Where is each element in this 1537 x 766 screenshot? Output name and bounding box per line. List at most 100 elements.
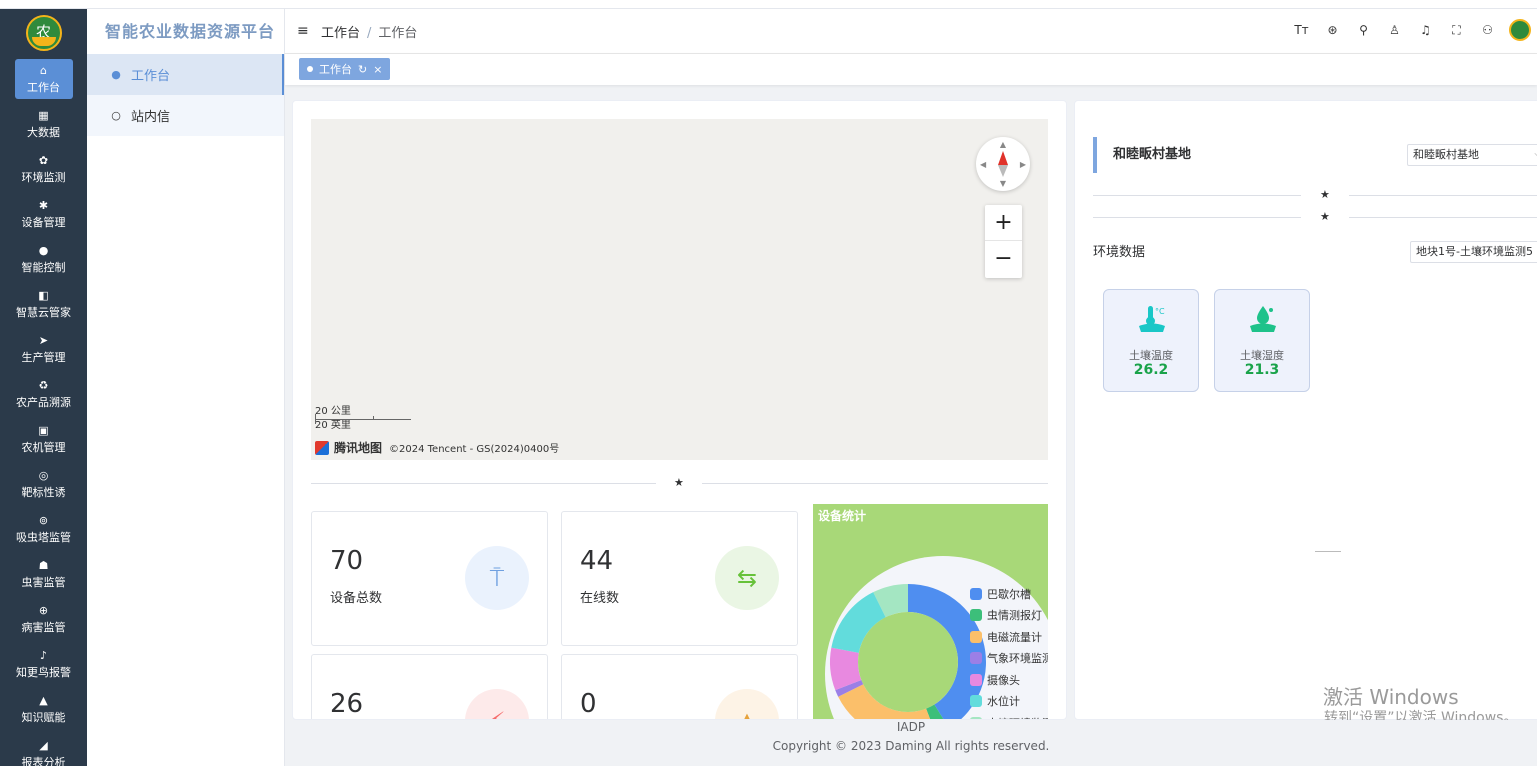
arrow-down-icon[interactable]: ▼ xyxy=(1000,179,1006,188)
sidebar-item-9[interactable]: ◎ 靶标性诱 xyxy=(0,462,87,507)
stat-card-alarm: 0 ▲ xyxy=(561,654,798,719)
legend-label: 摄像头 xyxy=(987,673,1020,687)
font-size-icon[interactable]: Tт xyxy=(1286,23,1317,38)
graduation-icon: ▲ xyxy=(39,694,48,707)
spider-icon: ☗ xyxy=(38,559,49,572)
submenu-item-workbench[interactable]: ● 工作台 xyxy=(87,54,284,95)
breadcrumb-item[interactable]: 工作台 xyxy=(321,26,360,41)
environment-data-label: 环境数据 xyxy=(1093,245,1146,260)
sidebar-item-1[interactable]: ▦ 大数据 xyxy=(0,102,87,147)
sensor-select[interactable]: 地块1号-土壤环境监测5 xyxy=(1410,241,1537,263)
submenu-item-label: 工作台 xyxy=(131,69,171,84)
hamburger-icon[interactable]: ≡ xyxy=(297,23,309,39)
scale-km: 20 公里 xyxy=(315,406,351,417)
theme-shirt-icon[interactable]: ♙ xyxy=(1379,23,1410,38)
stat-value: 44 xyxy=(580,546,614,576)
legend-item[interactable]: 摄像头 xyxy=(970,669,1048,691)
stat-label: 在线数 xyxy=(580,591,620,606)
sidebar-item-label: 病害监管 xyxy=(21,621,66,634)
sidebar-item-15[interactable]: ◢ 报表分析 xyxy=(0,732,87,766)
navbar-tools: Tт ⊛ ⚲ ♙ ♫ ⛶ ⚇ xyxy=(1286,19,1531,41)
chart-legend: 巴歇尔槽虫情测报灯电磁流量计气象环境监测摄像头水位计土壤环境监测 xyxy=(970,583,1048,719)
soil-temperature-card: °C 土壤温度 26.2 xyxy=(1103,289,1199,392)
sensor-select-value: 地块1号-土壤环境监测5 xyxy=(1416,245,1533,258)
footer-brand: IADP xyxy=(896,720,926,734)
github-icon[interactable]: ⊛ xyxy=(1317,23,1348,38)
home-icon: ⌂ xyxy=(40,63,47,77)
sidebar-item-label: 知识赋能 xyxy=(21,711,66,724)
plane-icon: ➤ xyxy=(38,334,49,347)
user-icon[interactable]: ⚇ xyxy=(1472,23,1503,38)
zoom-out-button[interactable]: − xyxy=(985,241,1022,277)
tag-label: 工作台 xyxy=(319,63,352,76)
sidebar-item-label: 生产管理 xyxy=(21,351,66,364)
legend-item[interactable]: 虫情测报灯 xyxy=(970,605,1048,627)
lamp-icon: ⍑ xyxy=(465,546,529,610)
sidebar-item-12[interactable]: ⊕ 病害监管 xyxy=(0,597,87,642)
zoom-in-button[interactable]: + xyxy=(985,205,1022,241)
breadcrumb: 工作台 / 工作台 xyxy=(321,22,417,41)
sidebar-item-10[interactable]: ⊚ 吸虫塔监管 xyxy=(0,507,87,552)
zoom-control: + − xyxy=(985,205,1022,278)
soil-temperature-icon: °C xyxy=(1139,306,1165,332)
tags-view: 工作台 ↻ × xyxy=(285,54,1537,85)
sidebar-item-label: 农机管理 xyxy=(21,441,66,454)
scale-bar xyxy=(315,414,411,424)
sidebar-item-8[interactable]: ▣ 农机管理 xyxy=(0,417,87,462)
legend-item[interactable]: 水位计 xyxy=(970,691,1048,713)
base-title: 和睦畈村基地 xyxy=(1093,137,1191,173)
sidebar-item-0[interactable]: ⌂ 工作台 xyxy=(14,59,73,99)
arrow-up-icon[interactable]: ▲ xyxy=(1000,140,1006,149)
sidebar-item-14[interactable]: ▲ 知识赋能 xyxy=(0,687,87,732)
legend-label: 电磁流量计 xyxy=(987,630,1042,644)
search-icon[interactable]: ⚲ xyxy=(1348,23,1379,38)
map-copyright: ©2024 Tencent - GS(2024)0400号 xyxy=(389,444,560,455)
close-icon[interactable]: × xyxy=(373,63,382,76)
star-icon: ★ xyxy=(1301,189,1349,201)
sidebar-item-4[interactable]: ● 智能控制 xyxy=(0,237,87,282)
empty-placeholder xyxy=(1315,551,1341,552)
arrow-right-icon[interactable]: ▶ xyxy=(1020,160,1026,169)
bell-icon[interactable]: ♫ xyxy=(1410,23,1441,38)
sidebar-item-11[interactable]: ☗ 虫害监管 xyxy=(0,552,87,597)
sidebar-item-2[interactable]: ✿ 环境监测 xyxy=(0,147,87,192)
sidebar-item-label: 靶标性诱 xyxy=(21,486,66,499)
tag-workbench[interactable]: 工作台 ↻ × xyxy=(299,58,391,80)
avatar[interactable] xyxy=(1509,19,1531,41)
tower-icon: ⊚ xyxy=(38,514,49,527)
leaf-icon: ✿ xyxy=(38,154,49,167)
bell-outline-icon: ○ xyxy=(111,109,121,122)
refresh-icon[interactable]: ↻ xyxy=(358,63,367,76)
compass-control[interactable]: ▲ ▼ ◀ ▶ xyxy=(976,137,1030,191)
recycle-icon: ♻ xyxy=(38,379,49,392)
legend-swatch xyxy=(970,630,982,643)
base-select[interactable]: 和睦畈村基地 ⌵ xyxy=(1407,144,1537,166)
platform-title: 智能农业数据资源平台 xyxy=(105,22,276,41)
legend-label: 巴歇尔槽 xyxy=(987,587,1031,601)
divider xyxy=(1093,217,1301,218)
compass-needle-icon xyxy=(998,151,1008,177)
legend-label: 虫情测报灯 xyxy=(987,609,1042,623)
sidebar-item-13[interactable]: ♪ 知更鸟报警 xyxy=(0,642,87,687)
active-dot-icon xyxy=(307,66,313,72)
legend-label: 水位计 xyxy=(987,695,1020,709)
map-icon: ◧ xyxy=(38,289,49,302)
sidebar-item-5[interactable]: ◧ 智慧云管家 xyxy=(0,282,87,327)
sidebar-item-7[interactable]: ♻ 农产品溯源 xyxy=(0,372,87,417)
sensor-label: 土壤湿度 xyxy=(1240,349,1284,362)
sidebar-item-3[interactable]: ✱ 设备管理 xyxy=(0,192,87,237)
arrow-left-icon[interactable]: ◀ xyxy=(980,160,986,169)
legend-item[interactable]: 电磁流量计 xyxy=(970,626,1048,648)
bell-icon: ● xyxy=(111,68,121,81)
breadcrumb-separator: / xyxy=(367,25,372,41)
legend-item[interactable]: 土壤环境监测 xyxy=(970,712,1048,719)
app-logo[interactable]: 农 xyxy=(25,15,62,51)
fullscreen-icon[interactable]: ⛶ xyxy=(1441,23,1472,38)
legend-item[interactable]: 巴歇尔槽 xyxy=(970,583,1048,605)
sidebar-item-6[interactable]: ➤ 生产管理 xyxy=(0,327,87,372)
legend-swatch xyxy=(970,587,982,600)
legend-item[interactable]: 气象环境监测 xyxy=(970,648,1048,670)
donut-hole xyxy=(858,612,958,712)
map-view[interactable]: ▲ ▼ ◀ ▶ + − 20 公里 20 英里 腾讯地图 ©2024 Tence… xyxy=(311,119,1048,460)
submenu-item-messages[interactable]: ○ 站内信 xyxy=(87,95,284,136)
